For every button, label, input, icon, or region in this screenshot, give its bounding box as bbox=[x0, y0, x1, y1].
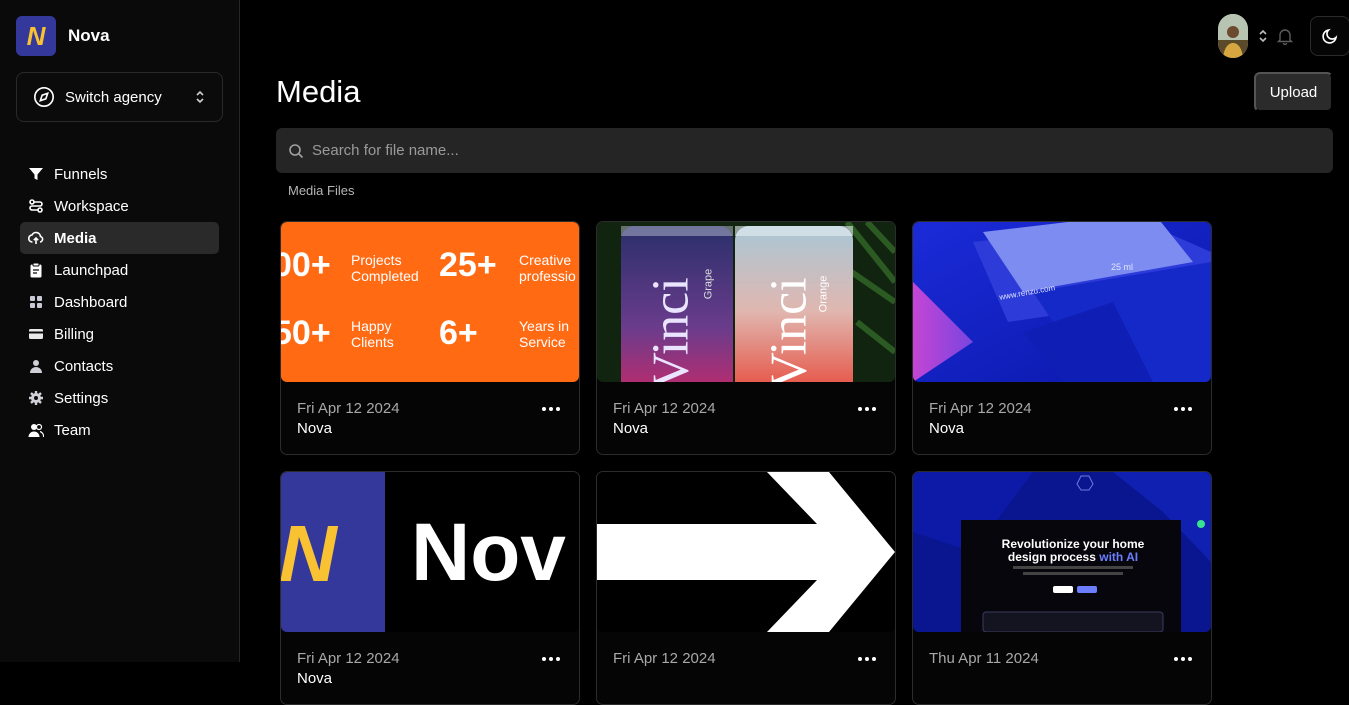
media-date: Fri Apr 12 2024 bbox=[297, 400, 400, 417]
theme-toggle-button[interactable] bbox=[1310, 16, 1349, 56]
media-thumbnail: Vinci Grape Vinci Orange bbox=[597, 222, 895, 382]
thumb-text: Vinci bbox=[642, 277, 700, 382]
sidebar: N Nova Switch agency Funnels Workspace M… bbox=[0, 0, 240, 662]
credit-card-icon bbox=[29, 329, 43, 339]
search-icon bbox=[289, 143, 304, 158]
sidebar-item-label: Team bbox=[54, 421, 91, 439]
media-name: Nova bbox=[297, 670, 333, 687]
moon-icon bbox=[1322, 28, 1338, 44]
thumb-text: Revolutionize your home design process wi… bbox=[1001, 537, 1145, 564]
brand-logo: N bbox=[16, 16, 56, 56]
more-options-icon[interactable] bbox=[1173, 406, 1193, 412]
more-options-icon[interactable] bbox=[857, 406, 877, 412]
thumb-text: Vinci bbox=[760, 277, 818, 382]
thumb-stat: 25+ bbox=[439, 246, 497, 284]
cloud-upload-icon bbox=[28, 231, 44, 244]
media-card[interactable]: N Nov Fri Apr 12 2024 Nova bbox=[280, 471, 580, 705]
person-icon bbox=[30, 360, 42, 373]
sidebar-item-media[interactable]: Media bbox=[20, 222, 219, 254]
media-thumbnail bbox=[597, 472, 895, 632]
arrow-image bbox=[597, 472, 895, 632]
sidebar-nav: Funnels Workspace Media Launchpad Dashbo… bbox=[20, 158, 219, 446]
page-title: Media bbox=[276, 74, 361, 109]
switch-agency-button[interactable]: Switch agency bbox=[16, 72, 223, 122]
media-card[interactable]: Revolutionize your home design process wi… bbox=[912, 471, 1212, 705]
compass-icon bbox=[34, 87, 54, 107]
sidebar-item-billing[interactable]: Billing bbox=[20, 318, 219, 350]
media-thumbnail: N Nov bbox=[281, 472, 579, 632]
sidebar-item-funnels[interactable]: Funnels bbox=[20, 158, 219, 190]
media-card[interactable]: Fri Apr 12 2024 bbox=[596, 471, 896, 705]
media-name: Nova bbox=[297, 420, 333, 437]
sidebar-item-label: Media bbox=[54, 229, 97, 247]
upload-button[interactable]: Upload bbox=[1254, 72, 1333, 112]
media-name: Nova bbox=[613, 420, 649, 437]
thumb-text: Grape bbox=[702, 268, 715, 300]
switch-agency-label: Switch agency bbox=[65, 88, 162, 106]
dashboard-icon bbox=[30, 296, 42, 308]
brand-name: Nova bbox=[68, 26, 110, 45]
sidebar-item-dashboard[interactable]: Dashboard bbox=[20, 286, 219, 318]
media-thumbnail: Revolutionize your home design process wi… bbox=[913, 472, 1211, 632]
thumb-text: Projects Completed bbox=[351, 252, 419, 284]
sidebar-item-label: Funnels bbox=[54, 165, 108, 183]
more-options-icon[interactable] bbox=[857, 656, 877, 662]
brand[interactable]: N Nova bbox=[16, 16, 110, 56]
chevron-up-down-icon[interactable] bbox=[1257, 27, 1269, 45]
media-card[interactable]: Vinci Grape Vinci Orange Fri Apr 12 2024… bbox=[596, 221, 896, 455]
more-options-icon[interactable] bbox=[1173, 656, 1193, 662]
media-card[interactable]: 25 ml www.renzu.com Fri Apr 12 2024 Nova bbox=[912, 221, 1212, 455]
media-date: Fri Apr 12 2024 bbox=[929, 400, 1032, 417]
team-icon bbox=[28, 423, 44, 438]
media-date: Fri Apr 12 2024 bbox=[297, 650, 400, 667]
funnel-icon bbox=[29, 168, 43, 180]
sidebar-item-launchpad[interactable]: Launchpad bbox=[20, 254, 219, 286]
section-label: Media Files bbox=[288, 183, 355, 198]
avatar-photo bbox=[1218, 14, 1248, 58]
chevron-up-down-icon bbox=[196, 90, 204, 104]
media-date: Fri Apr 12 2024 bbox=[613, 650, 716, 667]
sidebar-item-settings[interactable]: Settings bbox=[20, 382, 219, 414]
avatar[interactable] bbox=[1218, 14, 1248, 58]
media-date: Fri Apr 12 2024 bbox=[613, 400, 716, 417]
thumb-text: Orange bbox=[817, 275, 830, 313]
sidebar-item-label: Launchpad bbox=[54, 261, 129, 279]
blue-box-image bbox=[913, 222, 1211, 382]
gear-icon bbox=[29, 391, 43, 405]
sidebar-item-label: Contacts bbox=[54, 357, 114, 375]
media-name: Nova bbox=[929, 420, 965, 437]
media-thumbnail: 25 ml www.renzu.com bbox=[913, 222, 1211, 382]
more-options-icon[interactable] bbox=[541, 406, 561, 412]
thumb-stat: 6+ bbox=[439, 314, 478, 352]
media-thumbnail: 00+ ProjectsCompleted 25+ Creativeprofes… bbox=[281, 222, 579, 382]
clipboard-icon bbox=[30, 262, 42, 278]
sidebar-item-team[interactable]: Team bbox=[20, 414, 219, 446]
search-input[interactable] bbox=[312, 142, 1321, 159]
bell-icon[interactable] bbox=[1277, 27, 1293, 45]
sidebar-item-contacts[interactable]: Contacts bbox=[20, 350, 219, 382]
thumb-stat: 50+ bbox=[281, 314, 331, 352]
workspace-icon bbox=[29, 199, 43, 213]
search-bar[interactable] bbox=[276, 128, 1333, 173]
media-card[interactable]: 00+ ProjectsCompleted 25+ Creativeprofes… bbox=[280, 221, 580, 455]
thumb-stat: 00+ bbox=[281, 246, 331, 284]
thumb-text: 25 ml bbox=[1111, 262, 1134, 272]
sidebar-item-label: Workspace bbox=[54, 197, 129, 215]
thumb-logo-letter: N bbox=[281, 509, 337, 598]
more-options-icon[interactable] bbox=[541, 656, 561, 662]
sidebar-item-label: Billing bbox=[54, 325, 95, 343]
thumb-text: Nov bbox=[411, 507, 566, 598]
sidebar-item-label: Settings bbox=[54, 389, 109, 407]
thumb-text: Years in Service bbox=[519, 318, 570, 350]
thumb-text: Happy Clients bbox=[351, 318, 394, 350]
sidebar-item-label: Dashboard bbox=[54, 293, 128, 311]
sidebar-item-workspace[interactable]: Workspace bbox=[20, 190, 219, 222]
media-date: Thu Apr 11 2024 bbox=[929, 650, 1039, 667]
thumb-text: Creative professio bbox=[519, 252, 576, 284]
